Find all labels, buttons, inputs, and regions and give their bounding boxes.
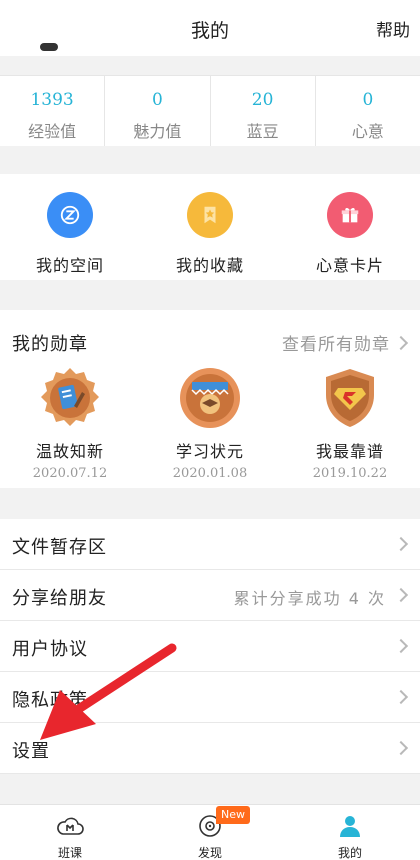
menu-item-privacy-policy[interactable]: 隐私政策 — [0, 672, 420, 723]
help-button[interactable]: 帮助 — [376, 16, 410, 41]
chevron-right-icon — [393, 638, 409, 654]
stat-label: 经验值 — [28, 122, 77, 141]
graduation-medal-icon — [178, 366, 242, 430]
quick-item-favorites[interactable]: 我的收藏 — [140, 174, 280, 280]
stats-bar: 1393 经验值 0 魅力值 20 蓝豆 0 心意 — [0, 75, 420, 146]
menu-item-label: 用户协议 — [12, 639, 88, 660]
stat-label: 魅力值 — [133, 122, 182, 141]
badge-item[interactable]: 温故知新 2020.07.12 — [0, 366, 140, 481]
tab-label: 班课 — [57, 846, 82, 860]
stat-label: 心意 — [351, 122, 384, 141]
stat-heart[interactable]: 0 心意 — [316, 76, 420, 146]
space-icon — [47, 192, 93, 238]
settings-list: 文件暂存区 分享给朋友 累计分享成功 4 次 用户协议 隐私政策 设置 — [0, 519, 420, 774]
quick-item-label: 心意卡片 — [315, 256, 384, 275]
quick-item-heart-card[interactable]: 心意卡片 — [280, 174, 420, 280]
quick-actions: 我的空间 我的收藏 心意卡片 — [0, 174, 420, 280]
chevron-right-icon — [393, 536, 409, 552]
bottom-tab-bar: 班课 发现 我的 — [0, 804, 420, 860]
tab-label: 发现 — [197, 846, 222, 860]
avatar-fragment — [40, 43, 58, 51]
badge-name: 学习状元 — [175, 442, 244, 461]
stat-value: 1393 — [30, 90, 74, 110]
menu-item-user-agreement[interactable]: 用户协议 — [0, 621, 420, 672]
badge-date: 2019.10.22 — [312, 466, 388, 481]
tab-mine[interactable]: 我的 — [280, 805, 420, 860]
quick-item-my-space[interactable]: 我的空间 — [0, 174, 140, 280]
tab-discover[interactable]: 发现 — [140, 805, 280, 860]
menu-item-label: 文件暂存区 — [12, 537, 107, 558]
gift-icon — [327, 192, 373, 238]
stat-value: 20 — [251, 90, 274, 110]
chevron-right-icon — [393, 689, 409, 705]
quick-item-label: 我的收藏 — [175, 256, 244, 275]
page-title: 我的 — [190, 20, 229, 42]
quick-item-label: 我的空间 — [35, 256, 104, 275]
view-all-badges-link[interactable]: 查看所有勋章 — [282, 330, 390, 355]
badge-date: 2020.07.12 — [32, 466, 108, 481]
superman-shield-icon — [318, 366, 382, 430]
chevron-right-icon — [393, 587, 409, 603]
badge-name: 我最靠谱 — [315, 442, 384, 461]
top-bar: 我的 帮助 — [0, 0, 420, 56]
stat-label: 蓝豆 — [246, 122, 279, 141]
badge-date: 2020.01.08 — [172, 466, 248, 481]
new-badge: New — [216, 806, 250, 824]
badge-name: 温故知新 — [35, 442, 104, 461]
stat-value: 0 — [151, 90, 163, 110]
menu-item-label: 隐私政策 — [12, 690, 88, 711]
menu-item-settings[interactable]: 设置 — [0, 723, 420, 774]
menu-item-label: 分享给朋友 — [12, 588, 107, 609]
stat-experience[interactable]: 1393 经验值 — [0, 76, 106, 146]
stat-blue-beans[interactable]: 20 蓝豆 — [211, 76, 316, 146]
chevron-right-icon — [393, 335, 409, 351]
avatar[interactable] — [10, 40, 82, 56]
stat-charm[interactable]: 0 魅力值 — [105, 76, 211, 146]
share-count-text: 累计分享成功 4 次 — [233, 589, 386, 608]
badge-item[interactable]: 学习状元 2020.01.08 — [140, 366, 280, 481]
book-medal-icon — [38, 366, 102, 430]
badge-item[interactable]: 我最靠谱 2019.10.22 — [280, 366, 420, 481]
menu-item-label: 设置 — [12, 741, 50, 762]
tab-label: 我的 — [337, 846, 362, 860]
menu-item-file-storage[interactable]: 文件暂存区 — [0, 519, 420, 570]
class-cloud-icon — [57, 817, 84, 835]
chevron-right-icon — [393, 740, 409, 756]
menu-item-share[interactable]: 分享给朋友 累计分享成功 4 次 — [0, 570, 420, 621]
tab-class[interactable]: 班课 — [0, 805, 140, 860]
stat-value: 0 — [362, 90, 374, 110]
badges-section: 我的勋章 查看所有勋章 温故知新 2020.07.12 学习状元 2020.01… — [0, 310, 420, 488]
profile-icon — [340, 816, 360, 837]
badges-title: 我的勋章 — [12, 334, 88, 355]
favorites-star-icon — [187, 192, 233, 238]
